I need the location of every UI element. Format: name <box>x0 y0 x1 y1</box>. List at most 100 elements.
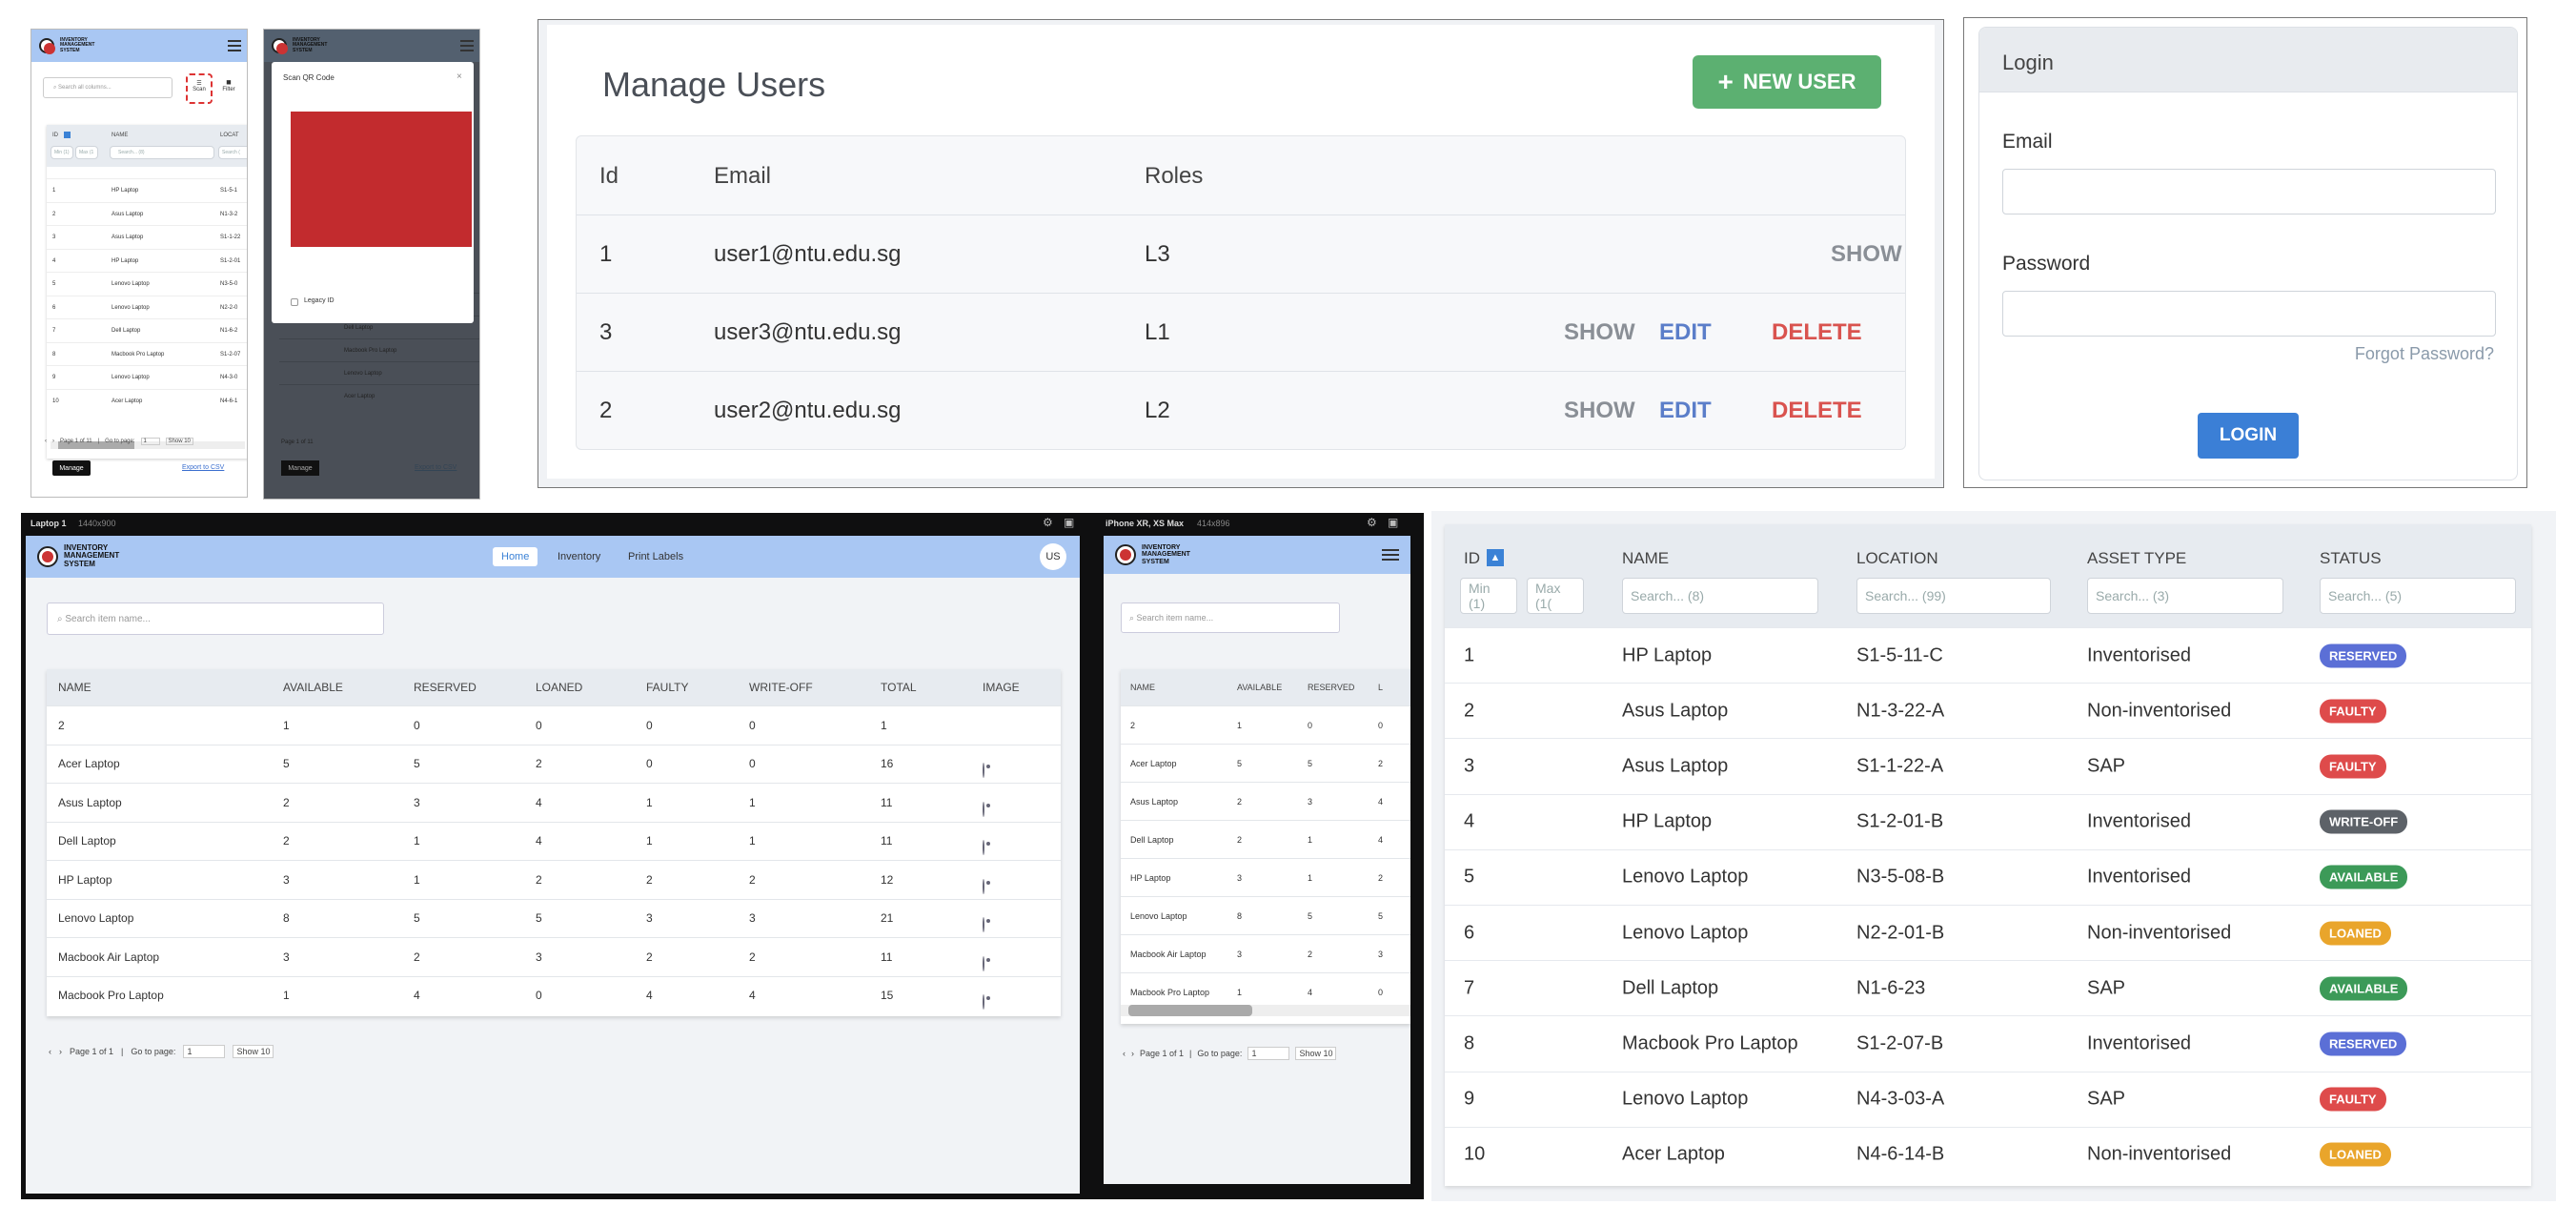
nav-inventory[interactable]: Inventory <box>558 551 600 562</box>
camera-icon[interactable]: ▣ <box>1388 516 1398 529</box>
goto-page-input[interactable]: 1 <box>140 438 160 445</box>
table-row[interactable]: Macbook Air Laptop 3 2 3 2 2 11 <box>47 937 1061 976</box>
table-row[interactable]: 3 Asus Laptop S1-1-22 <box>47 225 247 249</box>
location-filter[interactable]: Search ( <box>218 146 247 159</box>
table-row[interactable]: Lenovo Laptop 8 5 5 <box>1121 896 1410 934</box>
hamburger-icon[interactable] <box>460 40 474 51</box>
name-filter[interactable]: Search... (8) <box>1622 578 1818 614</box>
id-min-filter[interactable]: Min (1) <box>51 146 73 159</box>
asset-row[interactable]: 4 HP Laptop S1-2-01-B Inventorised WRITE-OFF <box>1445 793 2531 849</box>
eye-icon[interactable] <box>983 878 984 894</box>
table-row[interactable]: Acer Laptop 5 5 2 0 0 16 <box>47 744 1061 784</box>
eye-icon[interactable] <box>983 801 984 817</box>
table-row[interactable]: Asus Laptop 2 3 4 <box>1121 782 1410 820</box>
table-row[interactable]: 1 HP Laptop S1-5-1 <box>47 178 247 202</box>
asset-row[interactable]: 8 Macbook Pro Laptop S1-2-07-B Inventorised… <box>1445 1015 2531 1071</box>
close-icon[interactable]: × <box>456 71 462 82</box>
asset-row[interactable]: 7 Dell Laptop N1-6-23 SAP AVAILABLE <box>1445 960 2531 1015</box>
item-search-input[interactable]: ⌕ Search item name... <box>1121 602 1340 633</box>
table-row[interactable]: 2 1 0 0 0 0 1 <box>47 705 1061 745</box>
edit-button[interactable]: EDIT <box>1659 319 1712 346</box>
new-user-button[interactable]: + NEW USER <box>1693 55 1881 109</box>
eye-icon[interactable] <box>983 955 984 971</box>
table-row[interactable]: HP Laptop 3 1 2 2 2 12 <box>47 860 1061 899</box>
asset-row[interactable]: 2 Asus Laptop N1-3-22-A Non-inventorised FAU… <box>1445 683 2531 738</box>
table-row[interactable]: 4 HP Laptop S1-2-01 <box>47 248 247 273</box>
table-row[interactable]: 9 Lenovo Laptop N4-3-0 <box>47 365 247 389</box>
edit-button[interactable]: EDIT <box>1659 398 1712 424</box>
eye-icon[interactable] <box>983 994 984 1011</box>
id-max-filter[interactable]: Max (1 <box>75 146 98 159</box>
id-min-filter[interactable]: Min (1) <box>1460 578 1517 614</box>
table-row[interactable]: 2 1 0 0 <box>1121 705 1410 744</box>
eye-icon[interactable] <box>983 763 984 779</box>
goto-page-input[interactable]: 1 <box>183 1045 226 1058</box>
next-page-icon[interactable]: › <box>59 1047 62 1056</box>
asset-row[interactable]: 1 HP Laptop S1-5-11-C Inventorised RESERVED <box>1445 627 2531 683</box>
show-button[interactable]: SHOW <box>1564 398 1635 424</box>
login-button[interactable]: LOGIN <box>2198 413 2299 459</box>
column-header[interactable]: FAULTY <box>646 681 688 694</box>
asset-row[interactable]: 3 Asus Laptop S1-1-22-A SAP FAULTY <box>1445 738 2531 793</box>
legacy-id-checkbox[interactable] <box>291 298 298 306</box>
table-row[interactable]: 6 Lenovo Laptop N2-2-0 <box>47 295 247 319</box>
column-header[interactable]: IMAGE <box>983 681 1020 694</box>
show-button[interactable]: SHOW <box>1831 241 1902 268</box>
prev-page-icon[interactable]: ‹ <box>49 1047 51 1056</box>
next-page-icon[interactable]: › <box>1131 1049 1134 1058</box>
email-field[interactable] <box>2002 169 2496 214</box>
asset-row[interactable]: 5 Lenovo Laptop N3-5-08-B Inventorised AVAIL… <box>1445 848 2531 905</box>
eye-icon[interactable] <box>983 917 984 933</box>
nav-home[interactable]: Home <box>493 547 538 566</box>
avatar[interactable]: US <box>1040 543 1066 570</box>
column-header[interactable]: AVAILABLE <box>283 681 343 694</box>
hamburger-icon[interactable] <box>228 40 241 51</box>
column-header[interactable]: RESERVED <box>414 681 477 694</box>
id-max-filter[interactable]: Max (1( <box>1527 578 1584 614</box>
hamburger-icon[interactable] <box>1382 549 1399 561</box>
nav-print-labels[interactable]: Print Labels <box>628 551 683 562</box>
eye-icon[interactable] <box>983 840 984 856</box>
horizontal-scrollbar[interactable] <box>1121 1005 1410 1016</box>
prev-page-icon[interactable]: ‹ <box>45 439 47 444</box>
column-header[interactable]: WRITE-OFF <box>749 681 813 694</box>
table-row[interactable]: Macbook Pro Laptop 1 4 0 4 4 15 <box>47 975 1061 1015</box>
sort-asc-icon[interactable]: ▲ <box>1487 549 1504 566</box>
page-size-select[interactable]: Show 10 <box>233 1045 274 1058</box>
column-header[interactable]: NAME <box>58 681 91 694</box>
table-row[interactable]: Acer Laptop 5 5 2 <box>1121 744 1410 782</box>
delete-button[interactable]: DELETE <box>1772 398 1862 424</box>
asset-type-filter[interactable]: Search... (3) <box>2087 578 2283 614</box>
table-row[interactable]: 8 Macbook Pro Laptop S1-2-07 <box>47 341 247 366</box>
next-page-icon[interactable]: › <box>52 439 54 444</box>
column-header[interactable]: NAME <box>1130 683 1155 692</box>
prev-page-icon[interactable]: ‹ <box>1123 1049 1126 1058</box>
table-row[interactable]: 5 Lenovo Laptop N3-5-0 <box>47 272 247 296</box>
show-button[interactable]: SHOW <box>1564 319 1635 346</box>
export-csv-link[interactable]: Export to CSV <box>182 464 224 471</box>
table-row[interactable]: 2 Asus Laptop N1-3-2 <box>47 201 247 226</box>
column-header[interactable]: AVAILABLE <box>1237 683 1282 692</box>
table-row[interactable]: Lenovo Laptop 8 5 5 3 3 21 <box>47 898 1061 938</box>
column-header[interactable]: LOANED <box>536 681 582 694</box>
settings-icon[interactable]: ⚙ <box>1043 516 1053 529</box>
table-row[interactable]: 7 Dell Laptop N1-6-2 <box>47 318 247 342</box>
manage-button[interactable]: Manage <box>52 460 91 476</box>
password-field[interactable] <box>2002 291 2496 337</box>
column-header[interactable]: TOTAL <box>881 681 917 694</box>
table-row[interactable]: Macbook Air Laptop 3 2 3 <box>1121 934 1410 972</box>
asset-row[interactable]: 9 Lenovo Laptop N4-3-03-A SAP FAULTY <box>1445 1071 2531 1127</box>
table-row[interactable]: Asus Laptop 2 3 4 1 1 11 <box>47 783 1061 822</box>
scan-button[interactable]: ☰ Scan <box>186 73 213 104</box>
item-search-input[interactable]: ⌕ Search item name... <box>47 602 384 635</box>
page-size-select[interactable]: Show 10 <box>165 438 193 445</box>
location-filter[interactable]: Search... (99) <box>1856 578 2051 614</box>
filter-button[interactable]: ■ Filter <box>218 77 239 100</box>
table-row[interactable]: HP Laptop 3 1 2 <box>1121 858 1410 896</box>
forgot-password-link[interactable]: Forgot Password? <box>2355 344 2494 364</box>
asset-row[interactable]: 10 Acer Laptop N4-6-14-B Non-inventorised LO… <box>1445 1126 2531 1182</box>
delete-button[interactable]: DELETE <box>1772 319 1862 346</box>
sort-icon[interactable] <box>64 132 71 138</box>
column-header[interactable]: L <box>1378 683 1383 692</box>
asset-row[interactable]: 6 Lenovo Laptop N2-2-01-B Non-inventorised L… <box>1445 905 2531 960</box>
